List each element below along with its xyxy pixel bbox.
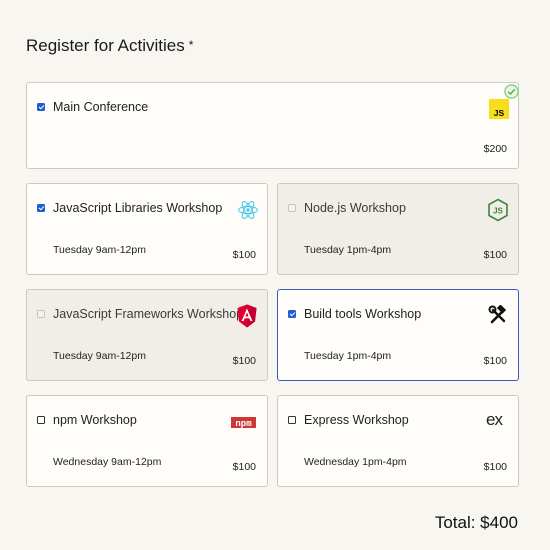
activity-time: Wednesday 9am-12pm <box>53 456 162 468</box>
activity-time: Wednesday 1pm-4pm <box>304 456 407 468</box>
activity-title: JavaScript Libraries Workshop <box>53 201 223 215</box>
activities-legend: Register for Activities * <box>26 36 193 56</box>
nodejs-logo-icon: JS <box>487 198 509 222</box>
activity-card-express[interactable]: Express Workshop ex Wednesday 1pm-4pm $1… <box>277 395 519 487</box>
hammer-wrench-icon <box>488 304 508 325</box>
checkbox-js-frameworks[interactable] <box>37 310 45 318</box>
activity-price: $100 <box>232 249 256 261</box>
activity-price: $100 <box>483 461 507 473</box>
valid-check-icon <box>504 84 519 99</box>
angular-logo-icon <box>237 304 257 328</box>
svg-text:npm: npm <box>235 419 252 428</box>
npm-logo-icon: npm <box>231 415 256 429</box>
activity-time: Tuesday 9am-12pm <box>53 244 146 256</box>
required-asterisk: * <box>188 38 194 52</box>
activity-card-js-frameworks[interactable]: JavaScript Frameworks Workshop Tuesday 9… <box>26 289 268 381</box>
activity-time: Tuesday 1pm-4pm <box>304 350 392 362</box>
react-logo-icon <box>237 199 259 221</box>
activity-title: npm Workshop <box>53 413 137 427</box>
checkbox-build-tools[interactable] <box>288 310 296 318</box>
checkbox-express[interactable] <box>288 416 296 424</box>
activity-price: $100 <box>232 461 256 473</box>
activity-title: Express Workshop <box>304 413 409 427</box>
activity-time: Tuesday 1pm-4pm <box>304 244 392 256</box>
activity-card-nodejs[interactable]: Node.js Workshop JS Tuesday 1pm-4pm $100 <box>277 183 519 275</box>
svg-text:JS: JS <box>493 207 503 216</box>
js-logo-icon: JS <box>489 99 509 119</box>
svg-text:JS: JS <box>494 108 505 118</box>
total-cost: Total: $400 <box>434 513 518 532</box>
activity-price: $100 <box>483 249 507 261</box>
activity-title: Node.js Workshop <box>304 201 406 215</box>
activity-price: $200 <box>483 143 507 155</box>
activity-card-main-conference[interactable]: Main Conference JS $200 <box>26 82 519 169</box>
checkbox-npm[interactable] <box>37 416 45 424</box>
activity-card-npm[interactable]: npm Workshop npm Wednesday 9am-12pm $100 <box>26 395 268 487</box>
checkbox-main-conference[interactable] <box>37 103 45 111</box>
activity-time: Tuesday 9am-12pm <box>53 350 146 362</box>
express-logo-icon: ex <box>486 410 503 429</box>
checkbox-js-libraries[interactable] <box>37 204 45 212</box>
activity-card-build-tools[interactable]: Build tools Workshop Tuesday 1pm-4pm $10… <box>277 289 519 381</box>
activity-price: $100 <box>232 355 256 367</box>
legend-text: Register for Activities <box>26 36 185 55</box>
activity-card-js-libraries[interactable]: JavaScript Libraries Workshop Tuesday 9a… <box>26 183 268 275</box>
activity-price: $100 <box>483 355 507 367</box>
activity-title: Build tools Workshop <box>304 307 422 321</box>
checkbox-nodejs[interactable] <box>288 204 296 212</box>
activity-title: Main Conference <box>53 100 149 114</box>
activity-title: JavaScript Frameworks Workshop <box>53 307 244 321</box>
